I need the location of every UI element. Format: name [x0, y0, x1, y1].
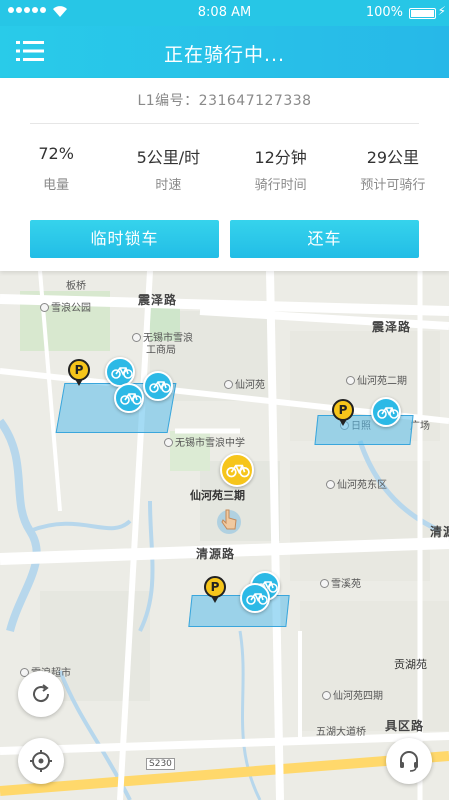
stat-value: 29公里 — [366, 148, 420, 167]
charging-icon: ⚡ — [437, 4, 446, 18]
bike-marker[interactable] — [371, 397, 401, 427]
user-location-icon — [217, 509, 241, 534]
poi-label: 仙河苑 — [224, 376, 265, 391]
poi-label: 仙河苑东区 — [326, 476, 387, 491]
poi-label: 仙河苑三期 — [190, 489, 245, 502]
ride-stats: 72% 电量 5公里/时 时速 12分钟 骑行时间 29公里 预计可骑行 — [0, 144, 449, 193]
ride-info-panel: L1编号：231647127338 72% 电量 5公里/时 时速 12分钟 骑… — [0, 78, 449, 271]
poi-label: 雪溪苑 — [320, 575, 361, 590]
road-label: 具区路 — [385, 719, 425, 733]
bike-icon — [120, 393, 142, 405]
battery-icon — [409, 8, 436, 19]
bike-marker[interactable] — [114, 383, 144, 413]
map-base — [0, 271, 449, 800]
parking-marker[interactable]: P — [204, 576, 226, 603]
poi-label: 雪浪公园 — [40, 299, 91, 314]
poi-label: 工商局 — [146, 345, 176, 356]
bridge-label: 五湖大道桥 — [316, 727, 366, 738]
bike-marker[interactable] — [240, 583, 270, 613]
poi-label: 仙河苑二期 — [346, 372, 407, 387]
map-label: 板桥 — [66, 281, 86, 292]
road-label: 清源 — [430, 525, 449, 539]
road-label: 震泽路 — [372, 320, 412, 334]
page-title: 正在骑行中... — [163, 44, 286, 66]
stat-label: 时速 — [155, 178, 182, 193]
bike-icon — [111, 367, 133, 379]
stat-value: 5公里/时 — [136, 148, 201, 167]
stat-value: 12分钟 — [254, 148, 307, 167]
stat-label: 电量 — [43, 178, 70, 193]
current-bike-marker[interactable] — [220, 453, 254, 487]
battery-percent: 100% — [365, 5, 403, 20]
status-bar: 8:08 AM 100% ⚡ — [0, 0, 449, 26]
return-bike-button[interactable]: 还车 — [230, 220, 419, 258]
stat-value: 72% — [38, 144, 74, 163]
stat-label: 预计可骑行 — [360, 178, 426, 193]
stat-battery: 72% 电量 — [0, 144, 112, 193]
stat-range: 29公里 预计可骑行 — [337, 144, 449, 193]
customer-service-button[interactable] — [386, 738, 432, 784]
refresh-button[interactable] — [18, 671, 64, 717]
stat-speed: 5公里/时 时速 — [112, 144, 224, 193]
highway-shield: S230 — [146, 758, 175, 770]
nav-bar: 正在骑行中... — [0, 26, 449, 78]
bike-icon — [377, 407, 399, 419]
bike-icon — [149, 381, 171, 393]
road-label: 清源路 — [196, 547, 236, 561]
map-view[interactable]: 板桥 震泽路 震泽路 清源路 清源 贡湖苑 五湖大道桥 具区路 S230 雪浪公… — [0, 271, 449, 800]
parking-marker[interactable]: P — [68, 359, 90, 386]
poi-label: 仙河苑四期 — [322, 687, 383, 702]
bike-icon — [246, 593, 268, 605]
poi-label: 无锡市雪浪中学 — [164, 434, 245, 449]
stat-ride-time: 12分钟 骑行时间 — [225, 144, 337, 193]
locate-icon — [30, 750, 52, 772]
headset-icon — [400, 751, 418, 772]
parking-zone[interactable] — [188, 595, 290, 627]
stat-label: 骑行时间 — [254, 178, 307, 193]
locate-button[interactable] — [18, 738, 64, 784]
temp-lock-button[interactable]: 临时锁车 — [30, 220, 219, 258]
refresh-icon — [33, 684, 50, 703]
area-label: 贡湖苑 — [394, 658, 427, 671]
road-label: 震泽路 — [138, 293, 178, 307]
bike-id: L1编号：231647127338 — [30, 90, 419, 124]
parking-marker[interactable]: P — [332, 399, 354, 426]
bike-marker[interactable] — [143, 371, 173, 401]
bike-icon — [226, 464, 250, 478]
